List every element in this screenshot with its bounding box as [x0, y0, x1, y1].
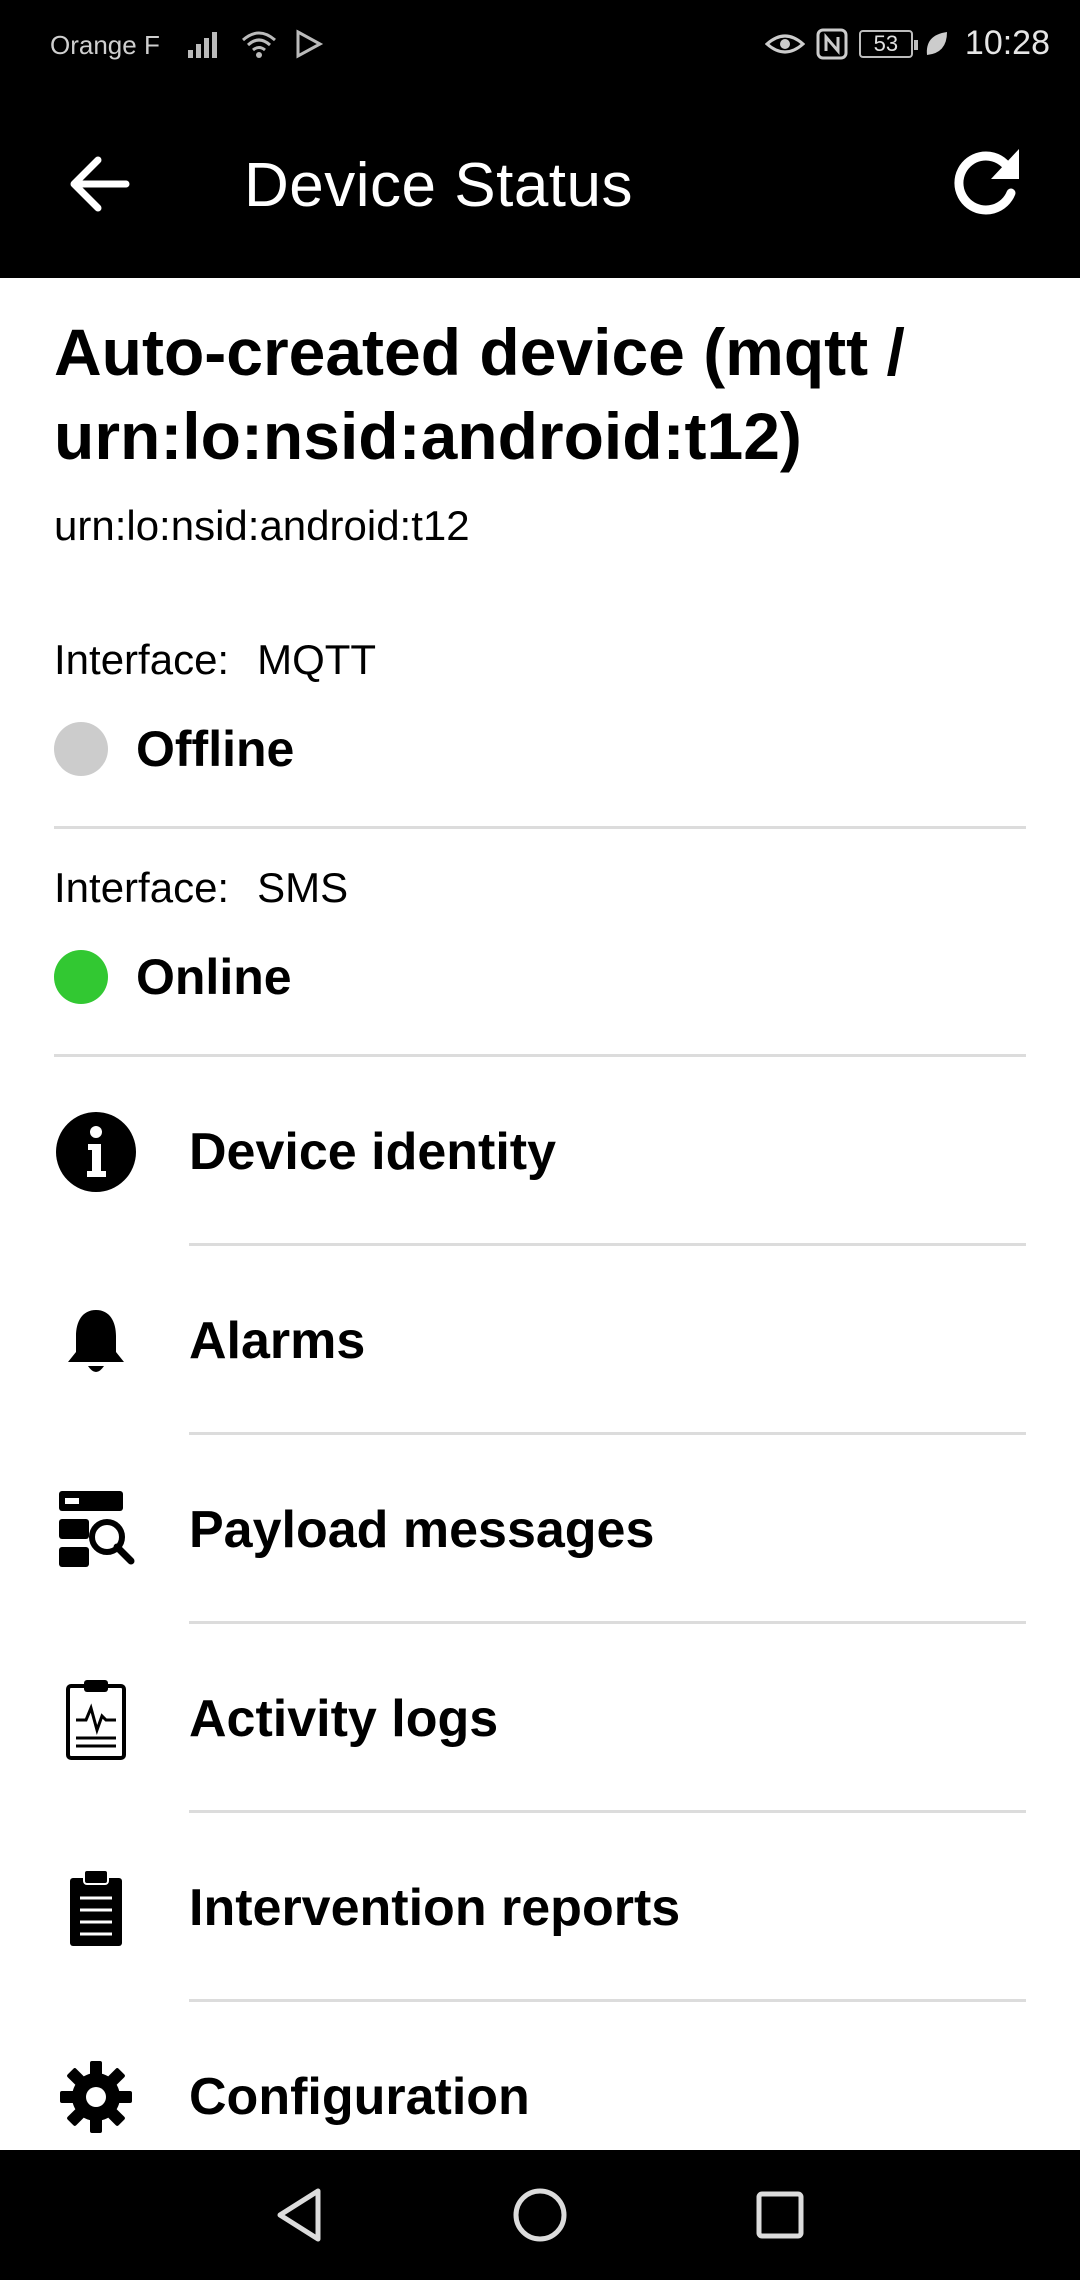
menu-item-intervention-reports[interactable]: Intervention reports [0, 1813, 1080, 2002]
leaf-icon [926, 31, 947, 55]
menu-item-activity-logs[interactable]: Activity logs [0, 1624, 1080, 1813]
nfc-icon [816, 28, 848, 59]
menu-item-configuration[interactable]: Configuration [0, 2002, 1080, 2150]
status-dot-online [54, 950, 108, 1004]
battery-indicator: 53 [858, 29, 918, 58]
device-title: Auto-created device (mqtt / urn:lo:nsid:… [54, 315, 905, 473]
menu-item-payload-messages[interactable]: Payload messages [0, 1435, 1080, 1624]
clipboard-pulse-icon [54, 1677, 138, 1761]
nav-home-button[interactable] [495, 2175, 585, 2255]
arrow-left-icon [70, 156, 130, 212]
clipboard-list-icon [54, 1866, 138, 1950]
menu-label: Alarms [189, 1311, 366, 1370]
status-text: Online [136, 949, 292, 1005]
interface-status: Offline [54, 720, 1026, 778]
system-nav-bar [0, 2150, 1080, 2280]
eye-icon [764, 34, 805, 53]
device-id: urn:lo:nsid:android:t12 [54, 502, 470, 549]
menu-label: Activity logs [189, 1689, 499, 1748]
status-right-group: 53 10:28 [764, 24, 1050, 63]
menu-item-device-identity[interactable]: Device identity [0, 1057, 1080, 1246]
nav-recents-button[interactable] [735, 2175, 825, 2255]
server-search-icon [54, 1488, 138, 1572]
nav-back-button[interactable] [255, 2175, 345, 2255]
menu-label: Configuration [189, 2067, 530, 2126]
refresh-button[interactable] [942, 138, 1032, 228]
battery-level: 53 [873, 30, 899, 56]
nav-recents-icon [756, 2191, 804, 2239]
bell-icon [54, 1299, 138, 1383]
nav-home-icon [513, 2188, 567, 2242]
status-text: Offline [136, 721, 295, 777]
interface-label: Interface: [54, 636, 230, 683]
interface-label-row: Interface: SMS [54, 858, 1026, 918]
interface-label: Interface: [54, 864, 230, 911]
device-status-content: Auto-created device (mqtt / urn:lo:nsid:… [0, 278, 1080, 2150]
back-button[interactable] [58, 144, 138, 224]
menu-label: Intervention reports [189, 1878, 681, 1937]
status-dot-offline [54, 722, 108, 776]
status-bar: Orange F 53 10:28 [0, 0, 1080, 92]
play-store-icon [296, 29, 324, 59]
menu-label: Device identity [189, 1122, 557, 1181]
nav-back-icon [277, 2188, 321, 2242]
wifi-icon [242, 31, 276, 58]
info-icon [54, 1110, 138, 1194]
interface-name: SMS [257, 864, 349, 911]
app-bar: Device Status [0, 92, 1080, 278]
connectivity-icons [186, 28, 324, 60]
signal-icon [188, 32, 217, 58]
interface-mqtt: Interface: MQTT Offline [54, 630, 1026, 778]
page-title: Device Status [244, 151, 634, 220]
refresh-icon [954, 149, 1019, 215]
carrier-name: Orange F [50, 30, 160, 60]
menu-item-alarms[interactable]: Alarms [0, 1246, 1080, 1435]
interface-status: Online [54, 948, 1026, 1006]
interface-sms: Interface: SMS Online [54, 858, 1026, 1006]
gear-icon [54, 2055, 138, 2139]
interface-label-row: Interface: MQTT [54, 630, 1026, 690]
interface-name: MQTT [257, 636, 377, 683]
clock: 10:28 [964, 24, 1050, 62]
menu-label: Payload messages [189, 1500, 655, 1559]
divider [54, 826, 1026, 829]
